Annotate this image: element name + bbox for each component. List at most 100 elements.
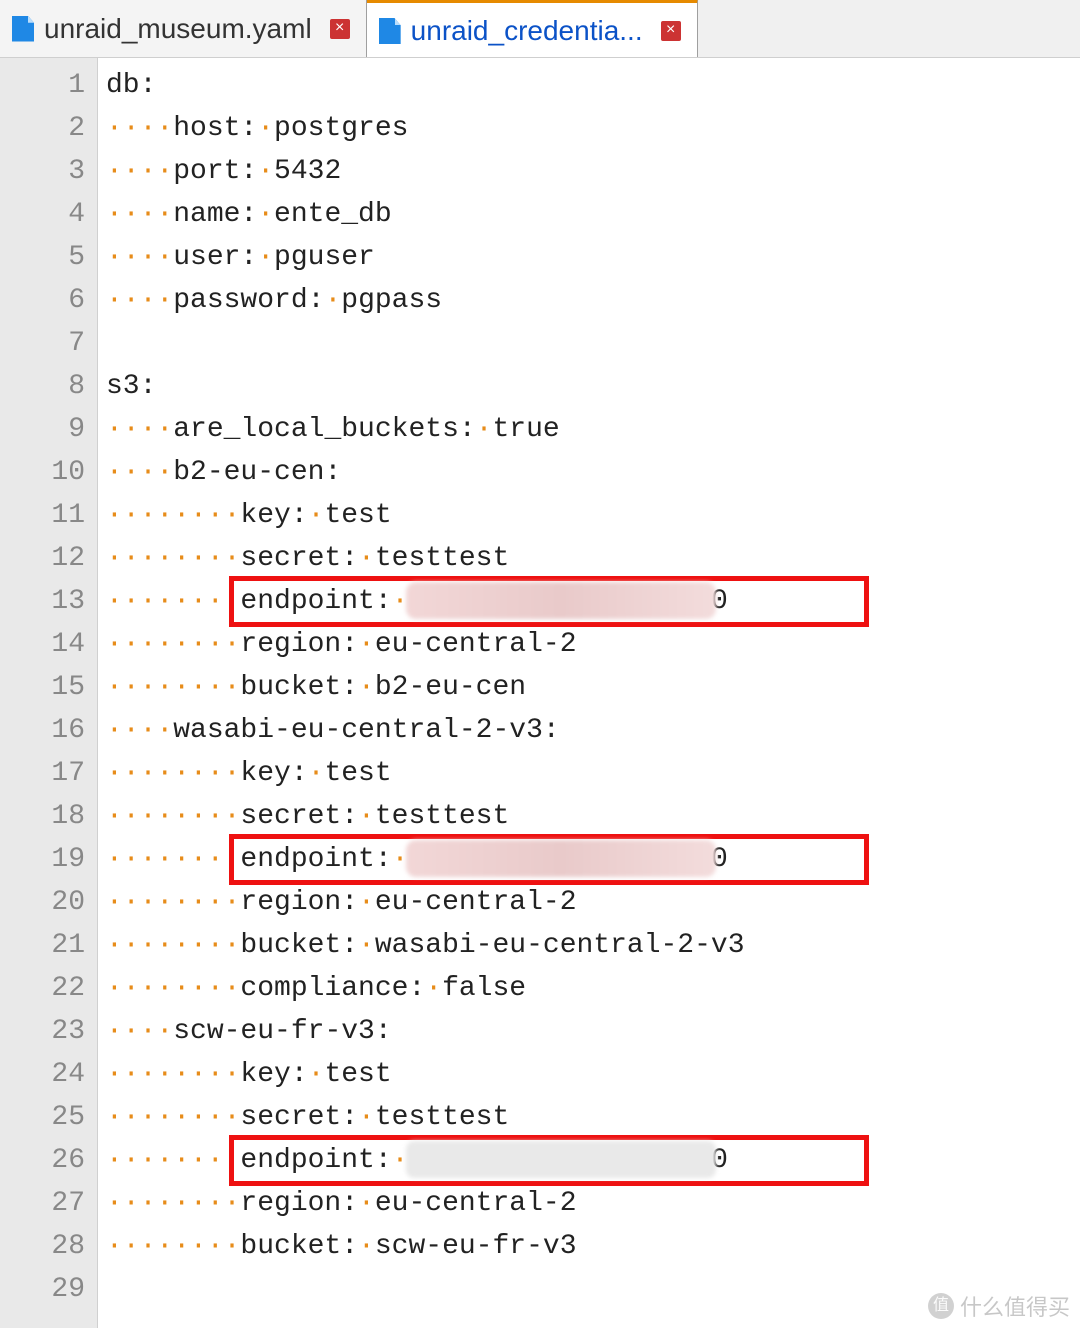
line-number: 22 <box>0 967 85 1010</box>
line-number: 23 <box>0 1010 85 1053</box>
line-number: 9 <box>0 408 85 451</box>
redaction-blur <box>406 840 716 877</box>
code-text: region:·eu-central-2 <box>240 881 576 924</box>
code-line[interactable]: ········bucket:·scw-eu-fr-v3 <box>106 1225 745 1268</box>
watermark: 值 什么值得买 <box>928 1290 1070 1322</box>
code-line[interactable]: ····host:·postgres <box>106 107 745 150</box>
code-line[interactable]: ········secret:·testtest <box>106 795 745 838</box>
code-text: secret:·testtest <box>240 795 509 838</box>
line-number: 4 <box>0 193 85 236</box>
code-line[interactable]: ····port:·5432 <box>106 150 745 193</box>
code-text: compliance:·false <box>240 967 526 1010</box>
code-text: b2-eu-cen: <box>173 451 341 494</box>
code-text: bucket:·wasabi-eu-central-2-v3 <box>240 924 744 967</box>
indent-guides: ········ <box>106 1096 240 1139</box>
line-number: 13 <box>0 580 85 623</box>
line-number: 8 <box>0 365 85 408</box>
code-line[interactable]: ····name:·ente_db <box>106 193 745 236</box>
code-line[interactable]: ····scw-eu-fr-v3: <box>106 1010 745 1053</box>
code-text: db: <box>106 64 156 107</box>
indent-guides: ········ <box>106 1182 240 1225</box>
file-icon <box>12 16 34 42</box>
code-text: bucket:·scw-eu-fr-v3 <box>240 1225 576 1268</box>
redaction-blur <box>406 582 716 619</box>
indent-guides: ········ <box>106 537 240 580</box>
code-line[interactable]: ········secret:·testtest <box>106 1096 745 1139</box>
code-line[interactable]: db: <box>106 64 745 107</box>
line-number: 24 <box>0 1053 85 1096</box>
watermark-text: 什么值得买 <box>960 1290 1070 1322</box>
line-number: 15 <box>0 666 85 709</box>
code-line[interactable]: ········region:·eu-central-2 <box>106 623 745 666</box>
code-area[interactable]: db:····host:·postgres····port:·5432····n… <box>98 58 745 1328</box>
code-line[interactable]: ····b2-eu-cen: <box>106 451 745 494</box>
code-text: key:·test <box>240 494 391 537</box>
line-number: 12 <box>0 537 85 580</box>
tab-unraid-credentials[interactable]: unraid_credentia... × <box>367 0 698 57</box>
line-number: 11 <box>0 494 85 537</box>
indent-guides: ········ <box>106 967 240 1010</box>
code-line[interactable]: ····user:·pguser <box>106 236 745 279</box>
indent-guides: ···· <box>106 193 173 236</box>
code-text: secret:·testtest <box>240 537 509 580</box>
code-line[interactable]: ········region:·eu-central-2 <box>106 881 745 924</box>
code-line[interactable] <box>106 1268 745 1311</box>
code-text: key:·test <box>240 752 391 795</box>
line-number: 25 <box>0 1096 85 1139</box>
watermark-badge-icon: 值 <box>928 1293 954 1319</box>
indent-guides: ···· <box>106 107 173 150</box>
line-number: 20 <box>0 881 85 924</box>
code-text: user:·pguser <box>173 236 375 279</box>
line-number: 3 <box>0 150 85 193</box>
code-text: secret:·testtest <box>240 1096 509 1139</box>
tab-label: unraid_museum.yaml <box>44 13 312 45</box>
indent-guides: ········ <box>106 1139 240 1182</box>
code-text: name:·ente_db <box>173 193 391 236</box>
line-number: 27 <box>0 1182 85 1225</box>
code-line[interactable]: ········bucket:·b2-eu-cen <box>106 666 745 709</box>
editor: 1234567891011121314151617181920212223242… <box>0 58 1080 1328</box>
line-number: 7 <box>0 322 85 365</box>
code-text: host:·postgres <box>173 107 408 150</box>
indent-guides: ········ <box>106 838 240 881</box>
code-line[interactable]: ····password:·pgpass <box>106 279 745 322</box>
indent-guides: ···· <box>106 709 173 752</box>
indent-guides: ···· <box>106 150 173 193</box>
line-number: 28 <box>0 1225 85 1268</box>
line-number-gutter: 1234567891011121314151617181920212223242… <box>0 58 98 1328</box>
code-text: s3: <box>106 365 156 408</box>
code-line[interactable]: ········key:·test <box>106 752 745 795</box>
line-number: 10 <box>0 451 85 494</box>
code-text: wasabi-eu-central-2-v3: <box>173 709 559 752</box>
code-line[interactable]: s3: <box>106 365 745 408</box>
indent-guides: ········ <box>106 752 240 795</box>
code-line[interactable]: ········region:·eu-central-2 <box>106 1182 745 1225</box>
close-icon[interactable]: × <box>661 21 681 41</box>
indent-guides: ········ <box>106 924 240 967</box>
code-line[interactable]: ········key:·test <box>106 494 745 537</box>
code-line[interactable]: ····are_local_buckets:·true <box>106 408 745 451</box>
line-number: 1 <box>0 64 85 107</box>
line-number: 18 <box>0 795 85 838</box>
tab-bar: unraid_museum.yaml × unraid_credentia...… <box>0 0 1080 58</box>
line-number: 26 <box>0 1139 85 1182</box>
tab-unraid-museum[interactable]: unraid_museum.yaml × <box>0 0 367 57</box>
line-number: 14 <box>0 623 85 666</box>
line-number: 5 <box>0 236 85 279</box>
code-text: scw-eu-fr-v3: <box>173 1010 391 1053</box>
indent-guides: ········ <box>106 580 240 623</box>
code-line[interactable]: ········secret:·testtest <box>106 537 745 580</box>
close-icon[interactable]: × <box>330 19 350 39</box>
code-line[interactable] <box>106 322 745 365</box>
file-icon <box>379 18 401 44</box>
indent-guides: ········ <box>106 494 240 537</box>
code-line[interactable]: ····wasabi-eu-central-2-v3: <box>106 709 745 752</box>
indent-guides: ···· <box>106 408 173 451</box>
indent-guides: ···· <box>106 236 173 279</box>
tab-label: unraid_credentia... <box>411 15 643 47</box>
code-line[interactable]: ········key:·test <box>106 1053 745 1096</box>
code-text: port:·5432 <box>173 150 341 193</box>
code-line[interactable]: ········compliance:·false <box>106 967 745 1010</box>
code-line[interactable]: ········bucket:·wasabi-eu-central-2-v3 <box>106 924 745 967</box>
code-text: key:·test <box>240 1053 391 1096</box>
